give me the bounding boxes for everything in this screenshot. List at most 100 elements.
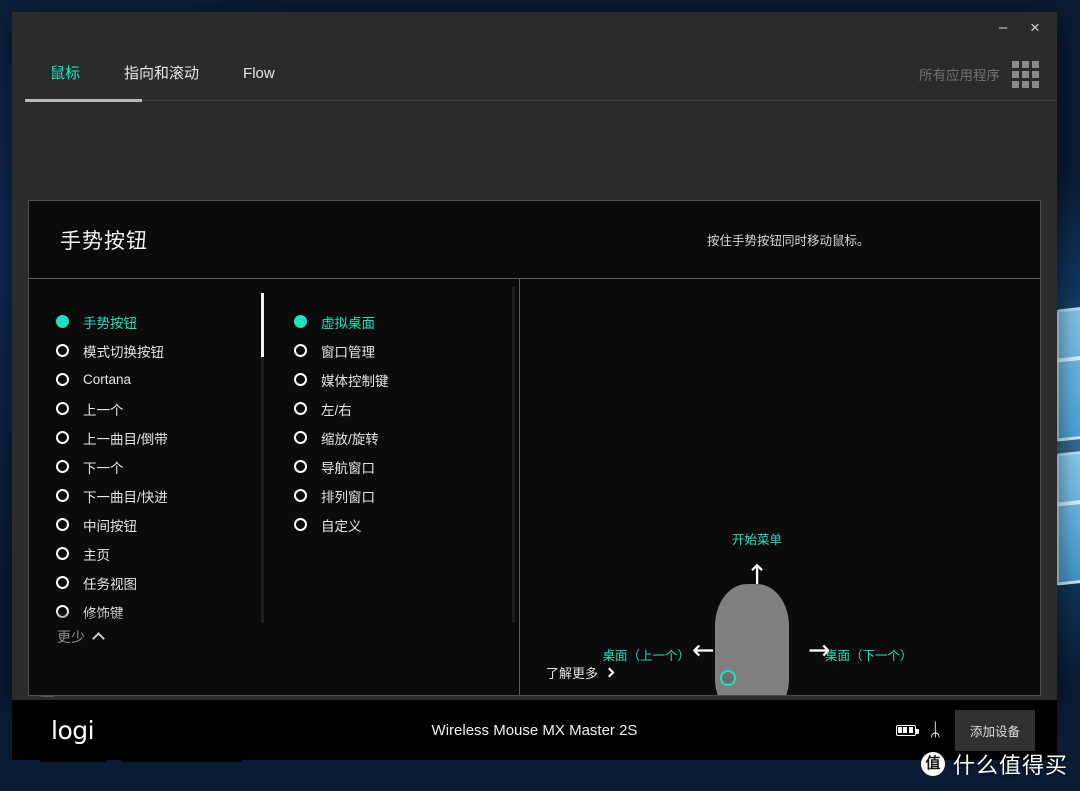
gesture-action-list: 虚拟桌面 窗口管理 媒体控制键 左/右 缩放/旋转 导航窗口 排列窗口 自定义 [268,279,519,695]
option-label: 模式切换按钮 [83,344,164,360]
device-footer-bar: logi Wireless Mouse MX Master 2S ᛦ 添加设备 [12,700,1057,760]
action-custom[interactable]: 自定义 [294,510,519,539]
option-label: 左/右 [321,402,352,418]
radio-icon[interactable] [294,402,307,415]
radio-icon[interactable] [56,547,69,560]
option-cortana[interactable]: Cortana [56,365,268,394]
radio-icon[interactable] [56,518,69,531]
radio-icon[interactable] [294,344,307,357]
radio-icon[interactable] [294,460,307,473]
window-titlebar: – × [12,12,1057,46]
option-label: 上一曲目/倒带 [83,431,168,447]
option-label: 缩放/旋转 [321,431,379,447]
option-label: 主页 [83,547,110,563]
scrollbar-thumb[interactable] [261,293,264,357]
option-previous-track[interactable]: 上一曲目/倒带 [56,423,268,452]
option-label: 排列窗口 [321,489,375,505]
option-label: 下一个 [83,460,124,476]
window-body: 勿关注/有效的 更多 恢复默认设置 手势按钮 按住手势按钮同时移动鼠标。 [12,102,1057,762]
logi-logo: logi [51,715,95,745]
tab-mouse[interactable]: 鼠标 [28,46,102,102]
left-list-scrollbar[interactable] [261,293,264,623]
radio-icon[interactable] [56,402,69,415]
radio-icon[interactable] [56,315,69,328]
tab-bar: 鼠标 指向和滚动 Flow 所有应用程序 [12,46,1057,102]
option-task-view[interactable]: 任务视图 [56,568,268,597]
radio-icon[interactable] [56,605,69,618]
option-home[interactable]: 主页 [56,539,268,568]
radio-icon[interactable] [56,373,69,386]
arrow-left-icon: ← [692,635,715,666]
action-navigate-windows[interactable]: 导航窗口 [294,452,519,481]
radio-icon[interactable] [56,460,69,473]
gesture-diagram-pane: 开始菜单 ↑ ← 桌面（上一个） → 桌面（下一个） ↓ 显示/隐藏桌面 任 [519,279,1040,695]
bluetooth-icon[interactable]: ᛦ [930,721,941,740]
wallpaper-pane-bottom [1056,446,1080,586]
action-left-right[interactable]: 左/右 [294,394,519,423]
option-mode-shift-button[interactable]: 模式切换按钮 [56,336,268,365]
option-label: 导航窗口 [321,460,375,476]
minimize-button[interactable]: – [989,16,1017,40]
tab-point-and-scroll[interactable]: 指向和滚动 [102,46,221,102]
radio-icon[interactable] [294,315,307,328]
diagram-label-left: 桌面（上一个） [602,649,690,663]
learn-more-link[interactable]: 了解更多 [546,663,615,682]
close-button[interactable]: × [1021,16,1049,40]
action-media-controls[interactable]: 媒体控制键 [294,365,519,394]
learn-more-label: 了解更多 [546,666,599,681]
grid-icon [1012,60,1039,88]
mouse-diagram: 开始菜单 ↑ ← 桌面（上一个） → 桌面（下一个） ↓ 显示/隐藏桌面 任 [520,279,1040,695]
all-applications-label: 所有应用程序 [919,68,1000,83]
option-gesture-button[interactable]: 手势按钮 [56,307,268,336]
diagram-label-right: 桌面（下一个） [825,649,913,663]
popup-header: 手势按钮 按住手势按钮同时移动鼠标。 [29,201,1040,279]
action-window-management[interactable]: 窗口管理 [294,336,519,365]
popup-title: 手势按钮 [60,229,148,253]
add-device-button[interactable]: 添加设备 [954,709,1035,751]
gesture-button-popup: 手势按钮 按住手势按钮同时移动鼠标。 手势按钮 模式切换按钮 Cortana 上… [28,200,1041,696]
device-name: Wireless Mouse MX Master 2S [431,721,638,739]
option-label: 中间按钮 [83,518,137,534]
option-middle-button[interactable]: 中间按钮 [56,510,268,539]
action-zoom-rotate[interactable]: 缩放/旋转 [294,423,519,452]
show-less-label: 更少 [57,629,85,645]
option-label: 下一曲目/快进 [83,489,168,505]
option-label: 任务视图 [83,576,137,592]
action-virtual-desktop[interactable]: 虚拟桌面 [294,307,519,336]
option-next-track[interactable]: 下一曲目/快进 [56,481,268,510]
popup-body: 手势按钮 模式切换按钮 Cortana 上一个 上一曲目/倒带 下一个 下一曲目… [29,279,1040,695]
option-label: Cortana [83,372,132,387]
diagram-label-up: 开始菜单 [731,533,783,547]
radio-icon[interactable] [56,489,69,502]
radio-icon[interactable] [294,518,307,531]
chevron-up-icon [92,632,105,645]
radio-icon[interactable] [56,576,69,589]
radio-icon[interactable] [294,373,307,386]
chevron-right-icon [604,667,615,678]
radio-icon[interactable] [294,489,307,502]
thumb-button-icon [720,670,736,686]
option-label: 虚拟桌面 [321,315,375,331]
logitech-options-window: – × 鼠标 指向和滚动 Flow 所有应用程序 勿关注/有效的 [12,12,1057,762]
option-label: 窗口管理 [321,344,375,360]
radio-icon[interactable] [56,431,69,444]
tab-flow[interactable]: Flow [221,46,297,102]
option-label: 自定义 [321,518,362,534]
option-next[interactable]: 下一个 [56,452,268,481]
action-arrange-windows[interactable]: 排列窗口 [294,481,519,510]
show-less-link[interactable]: 更少 [57,627,105,647]
button-assignment-list: 手势按钮 模式切换按钮 Cortana 上一个 上一曲目/倒带 下一个 下一曲目… [29,279,268,695]
option-label: 上一个 [83,402,124,418]
radio-icon[interactable] [294,431,307,444]
wallpaper-pane-top [1056,302,1080,442]
option-label: 手势按钮 [83,315,137,331]
radio-icon[interactable] [56,344,69,357]
option-previous[interactable]: 上一个 [56,394,268,423]
popup-hint: 按住手势按钮同时移动鼠标。 [707,234,870,248]
option-label: 修饰键 [83,605,124,621]
option-modifier-key[interactable]: 修饰键 [56,597,268,626]
mid-list-scrollbar[interactable] [512,287,515,623]
option-label: 媒体控制键 [321,373,389,389]
all-applications-button[interactable]: 所有应用程序 [919,60,1057,88]
battery-icon[interactable] [895,724,919,736]
